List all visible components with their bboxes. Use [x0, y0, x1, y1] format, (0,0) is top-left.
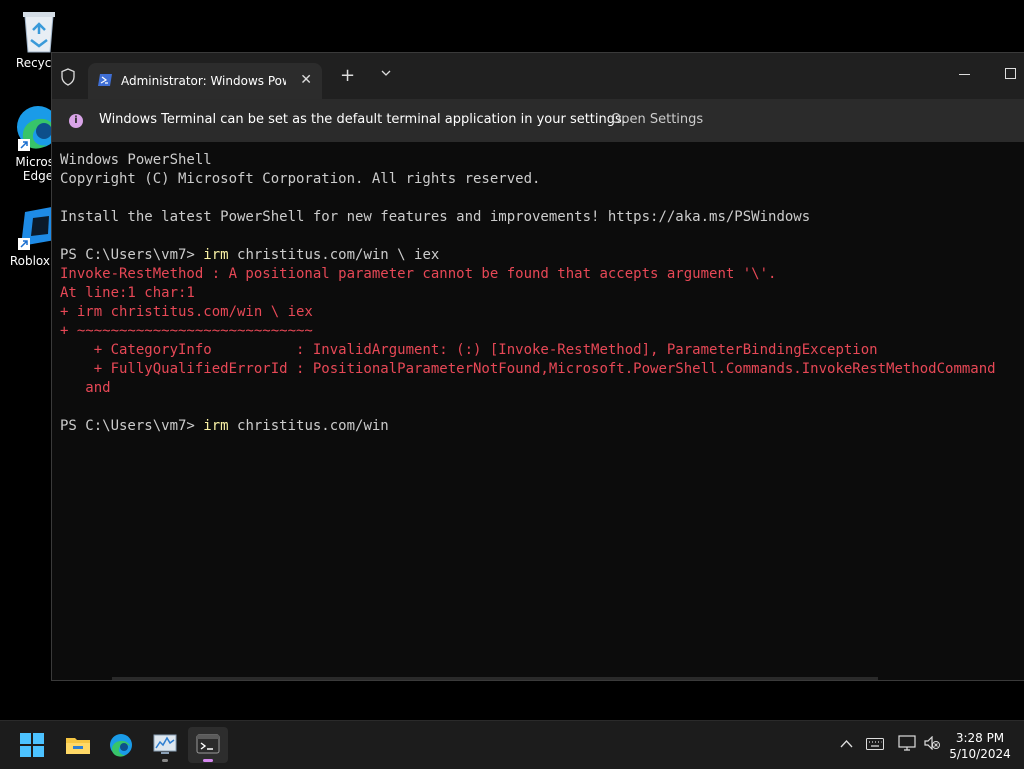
file-explorer-button[interactable]: [57, 727, 97, 763]
tab-title: Administrator: Windows Powe: [121, 74, 286, 88]
command-args: christitus.com/win: [228, 418, 389, 434]
start-button[interactable]: [12, 727, 52, 763]
terminal-error-line: + ~~~~~~~~~~~~~~~~~~~~~~~~~~~~: [60, 323, 313, 339]
system-clock[interactable]: 3:28 PM 5/10/2024: [948, 730, 1012, 762]
new-tab-button[interactable]: +: [340, 65, 355, 86]
performance-monitor-button[interactable]: [145, 727, 185, 763]
terminal-output[interactable]: Windows PowerShell Copyright (C) Microsof…: [60, 151, 1018, 451]
command-name: irm: [203, 418, 229, 434]
title-bar[interactable]: Administrator: Windows Powe ✕ +: [52, 53, 1024, 99]
chevron-up-icon[interactable]: [840, 739, 853, 748]
horizontal-scrollbar[interactable]: [112, 677, 878, 680]
terminal-window[interactable]: Administrator: Windows Powe ✕ + i Window…: [51, 52, 1024, 681]
info-icon: i: [69, 114, 83, 128]
terminal-line: Copyright (C) Microsoft Corporation. All…: [60, 171, 541, 187]
edge-taskbar-button[interactable]: [101, 727, 141, 763]
taskbar: 3:28 PM 5/10/2024: [0, 720, 1024, 769]
terminal-prompt-line: PS C:\Users\vm7> irm christitus.com/win …: [60, 246, 1018, 265]
prompt-text: PS C:\Users\vm7>: [60, 418, 204, 434]
terminal-error-line: Invoke-RestMethod : A positional paramet…: [60, 266, 777, 282]
clock-time: 3:28 PM: [955, 731, 1005, 745]
clock-date: 5/10/2024: [949, 747, 1011, 761]
edge-icon: [110, 734, 132, 757]
volume-muted-icon[interactable]: [924, 736, 940, 750]
terminal-error-line: At line:1 char:1: [60, 285, 195, 301]
terminal-error-line: and: [60, 380, 111, 396]
infobar-message: Windows Terminal can be set as the defau…: [99, 112, 626, 127]
powershell-icon: [98, 74, 112, 86]
chevron-down-icon[interactable]: [380, 69, 392, 77]
command-args: christitus.com/win \ iex: [228, 247, 440, 263]
default-terminal-infobar: i Windows Terminal can be set as the def…: [52, 99, 1024, 142]
close-tab-icon[interactable]: ✕: [300, 72, 312, 88]
windows-logo-icon: [20, 733, 44, 757]
keyboard-icon[interactable]: [866, 738, 884, 750]
running-indicator: [162, 759, 168, 762]
terminal-prompt-line: PS C:\Users\vm7> irm christitus.com/win: [60, 417, 1018, 436]
open-settings-link[interactable]: Open Settings: [611, 112, 703, 127]
terminal-line: Windows PowerShell: [60, 152, 212, 168]
recycle-bin-icon: [23, 12, 55, 53]
tab-powershell[interactable]: Administrator: Windows Powe ✕: [88, 63, 322, 99]
command-name: irm: [203, 247, 229, 263]
terminal-taskbar-button[interactable]: [188, 727, 228, 763]
terminal-error-line: + FullyQualifiedErrorId : PositionalPara…: [60, 361, 996, 377]
terminal-error-line: + CategoryInfo : InvalidArgument: (:) [I…: [60, 342, 878, 358]
terminal-error-line: + irm christitus.com/win \ iex: [60, 304, 313, 320]
terminal-line: Install the latest PowerShell for new fe…: [60, 209, 811, 225]
active-indicator: [203, 759, 213, 762]
prompt-text: PS C:\Users\vm7>: [60, 247, 204, 263]
terminal-icon: [196, 734, 220, 754]
minimize-button[interactable]: [959, 74, 970, 75]
shield-icon: [61, 68, 75, 86]
network-icon[interactable]: [898, 735, 916, 751]
performance-monitor-icon: [153, 734, 177, 754]
folder-icon: [66, 738, 90, 754]
maximize-button[interactable]: [1005, 68, 1016, 79]
